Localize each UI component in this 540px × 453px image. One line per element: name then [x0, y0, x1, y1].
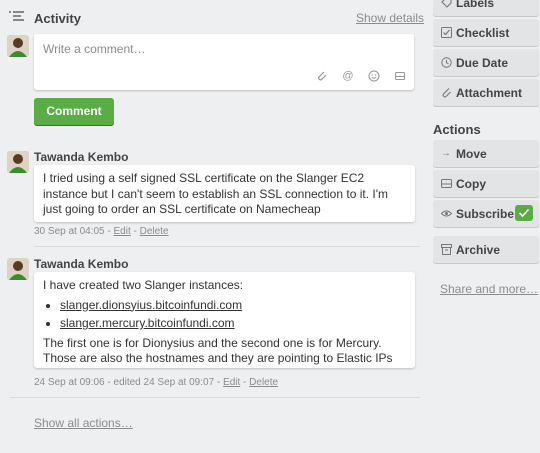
- subscribe-label: Subscribe: [456, 207, 515, 221]
- comment-placeholder: Write a comment…: [43, 42, 146, 56]
- comment-card: I have created two Slanger instances: sl…: [34, 272, 415, 368]
- attachment-icon[interactable]: [316, 70, 328, 82]
- labels-button[interactable]: Labels: [433, 0, 539, 16]
- checklist-label: Checklist: [456, 26, 510, 40]
- delete-link[interactable]: Delete: [140, 226, 169, 237]
- labels-label: Labels: [456, 0, 495, 10]
- comment-input[interactable]: Write a comment… @: [34, 34, 414, 90]
- show-all-actions-link[interactable]: Show all actions…: [34, 416, 133, 430]
- checklist-icon: [441, 27, 452, 38]
- due-date-button[interactable]: Due Date: [433, 49, 539, 76]
- clock-icon: [441, 57, 452, 68]
- archive-label: Archive: [456, 243, 501, 257]
- due-date-label: Due Date: [456, 56, 509, 70]
- subscribed-check-icon: [515, 205, 533, 221]
- share-and-more-link[interactable]: Share and more…: [440, 282, 538, 296]
- archive-icon: [441, 244, 452, 255]
- hostname-link[interactable]: slanger.mercury.bitcoinfundi.com: [60, 316, 235, 330]
- tag-icon: [441, 0, 452, 8]
- divider: [34, 246, 420, 247]
- emoji-icon[interactable]: [368, 70, 380, 82]
- arrow-right-icon: →: [441, 148, 451, 159]
- hostname-list: slanger.dionsyius.bitcoinfundi.com slang…: [43, 298, 406, 332]
- activity-heading: Activity: [34, 11, 81, 26]
- move-label: Move: [456, 147, 487, 161]
- list-item: slanger.dionsyius.bitcoinfundi.com: [60, 298, 406, 314]
- avatar: [7, 151, 29, 173]
- eye-icon: [440, 208, 453, 219]
- move-button[interactable]: → Move: [433, 140, 539, 167]
- avatar: [7, 35, 29, 57]
- comment-meta: 24 Sep at 09:06 - edited 24 Sep at 09:07…: [34, 377, 279, 388]
- show-details-link[interactable]: Show details: [356, 11, 424, 25]
- copy-button[interactable]: Copy: [433, 170, 539, 197]
- list-item: slanger.mercury.bitcoinfundi.com: [60, 316, 406, 332]
- avatar: [7, 258, 29, 280]
- actions-heading: Actions: [433, 122, 481, 137]
- copy-label: Copy: [456, 177, 486, 191]
- comment-meta: 30 Sep at 04:05 - Edit - Delete: [34, 226, 169, 237]
- comment-button[interactable]: Comment: [34, 98, 114, 125]
- delete-link[interactable]: Delete: [249, 377, 278, 388]
- attachment-label: Attachment: [456, 86, 523, 100]
- copy-icon: [441, 178, 452, 189]
- comment-outro: The first one is for Dionysius and the s…: [43, 335, 393, 366]
- activity-list-icon: [9, 10, 25, 24]
- hostname-link[interactable]: slanger.dionsyius.bitcoinfundi.com: [60, 298, 242, 312]
- comment-date: 24 Sep at 09:06 - edited 24 Sep at 09:07: [34, 377, 215, 388]
- edit-link[interactable]: Edit: [114, 226, 131, 237]
- comment-author: Tawanda Kembo: [34, 257, 129, 271]
- divider: [10, 397, 420, 398]
- subscribe-button[interactable]: Subscribe: [433, 200, 539, 227]
- paperclip-icon: [441, 87, 452, 98]
- comment-author: Tawanda Kembo: [34, 150, 129, 164]
- comment-intro: I have created two Slanger instances:: [43, 278, 244, 292]
- comment-date: 30 Sep at 04:05: [34, 226, 105, 237]
- attachment-button[interactable]: Attachment: [433, 79, 539, 106]
- mention-icon[interactable]: @: [342, 70, 354, 82]
- archive-button[interactable]: Archive: [433, 236, 539, 263]
- edit-link[interactable]: Edit: [223, 377, 240, 388]
- comment-card: I tried using a self signed SSL certific…: [34, 165, 415, 222]
- comment-text: I tried using a self signed SSL certific…: [43, 171, 388, 216]
- checklist-button[interactable]: Checklist: [433, 19, 539, 46]
- card-icon[interactable]: [394, 70, 406, 82]
